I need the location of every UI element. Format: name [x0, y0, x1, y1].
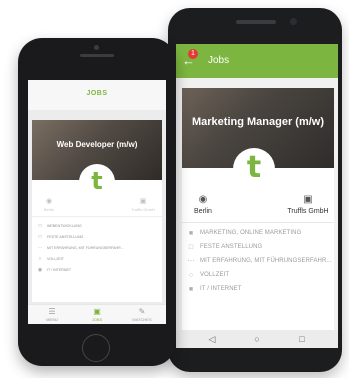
detail-text: MIT ERFAHRUNG, MIT FÜHRUNGSERFAHR... [200, 258, 332, 264]
clock-icon: ○ [188, 271, 194, 279]
page-title: JOBS [86, 90, 108, 97]
job-card[interactable]: Marketing Manager (m/w) t ◉ Berlin ▣ Tru… [182, 88, 334, 346]
tab-bar: ☰ MENÜ ▣ JOBS ✎ MATCHES [28, 304, 166, 324]
jobs-icon: ▣ [93, 307, 101, 316]
tab-label: JOBS [91, 317, 103, 322]
company-logo: t [233, 148, 275, 190]
recent-square-icon[interactable]: □ [296, 333, 308, 345]
job-location-text: Berlin [43, 207, 55, 212]
iphone-header: JOBS [28, 80, 166, 110]
divider [182, 222, 334, 223]
tab-label: MENÜ [46, 317, 58, 322]
list-item: ○ VOLLZEIT [186, 268, 334, 282]
job-company: ▣ Truffls GmbH [284, 194, 332, 215]
iphone-screen: JOBS Web Developer (m/w) t ◉ Berlin ▣ Tr… [28, 80, 166, 324]
detail-text: VOLLZEIT [200, 272, 230, 278]
android-screen: ← 1 Jobs Marketing Manager (m/w) t ◉ Ber… [176, 44, 338, 348]
detail-text: MARKETING, ONLINE MARKETING [200, 230, 302, 236]
detail-text: FESTE ANSTELLUNG [200, 244, 263, 250]
job-title: Web Developer (m/w) [56, 140, 138, 149]
detail-text: IT / INTERNET [200, 286, 242, 292]
list-item: ■ IT / INTERNET [186, 282, 334, 296]
clock-icon: ○ [38, 255, 42, 262]
menu-icon: ☰ [48, 307, 56, 316]
job-title: Marketing Manager (m/w) [191, 116, 325, 128]
job-details-list: ■ MARKETING, ONLINE MARKETING □ FESTE AN… [186, 226, 334, 296]
job-company-text: Truffls GmbH [131, 207, 155, 212]
detail-text: FESTE ANSTELLUNG [47, 234, 84, 239]
list-item: ⋯ MIT ERFAHRUNG, MIT FÜHRUNGSERFAHR... [186, 254, 334, 268]
company-logo: t [79, 164, 115, 200]
building-icon: ▣ [303, 194, 313, 205]
job-location: ◉ Berlin [188, 194, 218, 215]
back-triangle-icon[interactable]: ◁ [206, 333, 218, 345]
tab-matches[interactable]: ✎ MATCHES [122, 307, 162, 322]
document-icon: □ [38, 233, 42, 240]
list-item: □ FESTE ANSTELLUNG [186, 240, 334, 254]
android-app-bar: ← 1 Jobs [176, 44, 338, 78]
building-icon: ▣ [139, 198, 147, 205]
list-item: ⋯ MIT ERFAHRUNG, MIT FÜHRUNGSERFAHR... [36, 242, 160, 253]
detail-text: MIT ERFAHRUNG, MIT FÜHRUNGSERFAHR... [47, 245, 124, 250]
job-company-text: Truffls GmbH [287, 208, 329, 215]
list-item: ○ VOLLZEIT [36, 253, 160, 264]
industry-icon: ■ [188, 285, 194, 293]
app-bar-title: Jobs [208, 55, 230, 66]
detail-text: VOLLZEIT [47, 256, 64, 261]
detail-text: WEBENTWICKLUNG [47, 223, 82, 228]
job-details-list: □ WEBENTWICKLUNG □ FESTE ANSTELLUNG ⋯ MI… [36, 220, 160, 275]
android-camera [290, 18, 297, 25]
briefcase-icon: ■ [188, 229, 194, 237]
list-item: □ WEBENTWICKLUNG [36, 220, 160, 231]
list-item: ◉ IT / INTERNET [36, 264, 160, 275]
iphone-speaker [80, 54, 114, 57]
tab-label: MATCHES [132, 317, 152, 322]
android-speaker [236, 20, 276, 24]
location-pin-icon: ◉ [45, 198, 53, 205]
job-card[interactable]: Web Developer (m/w) t ◉ Berlin ▣ Truffls… [32, 120, 162, 302]
home-button[interactable] [82, 334, 110, 362]
list-item: ■ MARKETING, ONLINE MARKETING [186, 226, 334, 240]
iphone: JOBS Web Developer (m/w) t ◉ Berlin ▣ Tr… [18, 38, 176, 366]
job-location-text: Berlin [194, 208, 212, 215]
job-company: ▣ Truffls GmbH [126, 198, 160, 212]
tab-jobs[interactable]: ▣ JOBS [77, 307, 117, 322]
iphone-camera [94, 45, 99, 50]
location-pin-icon: ◉ [198, 194, 208, 205]
industry-icon: ◉ [37, 266, 43, 273]
job-location: ◉ Berlin [36, 198, 62, 212]
android-phone: ← 1 Jobs Marketing Manager (m/w) t ◉ Ber… [168, 8, 342, 372]
home-circle-icon[interactable]: ○ [251, 333, 263, 345]
tab-menu[interactable]: ☰ MENÜ [32, 307, 72, 322]
list-item: □ FESTE ANSTELLUNG [36, 231, 160, 242]
device-showcase: ← 1 Jobs Marketing Manager (m/w) t ◉ Ber… [0, 0, 349, 378]
divider [32, 216, 162, 217]
android-nav-bar: ◁ ○ □ [176, 330, 338, 348]
document-icon: □ [188, 243, 194, 251]
briefcase-icon: □ [38, 222, 42, 229]
detail-text: IT / INTERNET [47, 267, 72, 272]
experience-icon: ⋯ [187, 258, 195, 265]
notification-badge: 1 [188, 49, 198, 59]
matches-icon: ✎ [138, 307, 146, 316]
experience-icon: ⋯ [37, 244, 43, 251]
